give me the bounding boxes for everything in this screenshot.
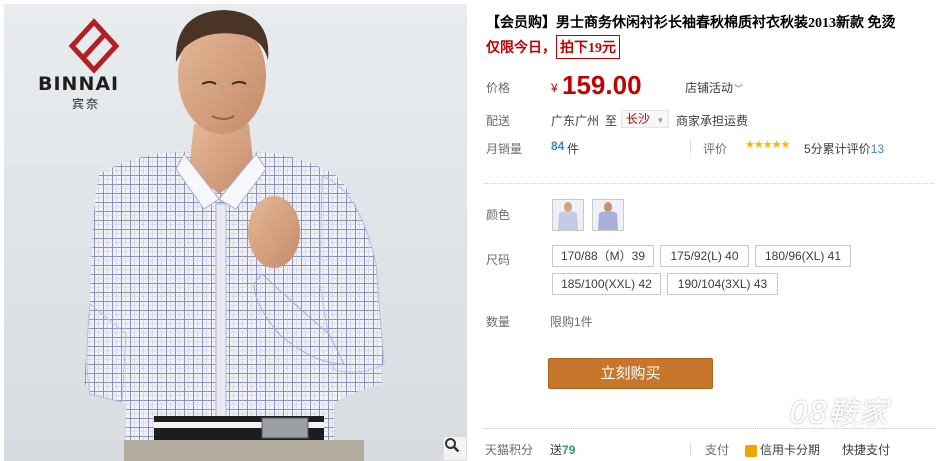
- sales-label: 月销量: [486, 142, 523, 156]
- points-prefix: 送: [550, 443, 563, 457]
- delivery-to-word: 至: [605, 114, 618, 128]
- pay-credit-label: 信用卡分期: [760, 443, 821, 457]
- pay-quick-label: 快捷支付: [842, 443, 891, 457]
- size-option[interactable]: 185/100(XXL) 42: [552, 273, 661, 295]
- price-value: 159.00: [562, 70, 642, 100]
- rating-label: 评价: [703, 142, 728, 156]
- watermark-text: 08鞍家: [789, 396, 888, 431]
- color-swatch-2[interactable]: [592, 199, 624, 231]
- brand-logo-icon: [68, 18, 120, 74]
- bottom-divider: [484, 428, 936, 429]
- shirt-thumbnail-icon: [593, 200, 623, 230]
- size-option[interactable]: 180/96(XL) 41: [755, 245, 851, 267]
- magnifier-icon: [445, 438, 460, 453]
- sales-count: 84: [551, 139, 565, 153]
- points-value: 送79: [550, 441, 575, 458]
- brand-name: BINNAI: [38, 73, 120, 95]
- currency-symbol: ¥: [551, 81, 558, 95]
- size-option[interactable]: 175/92(L) 40: [660, 245, 749, 267]
- product-image[interactable]: BINNAI 宾奈: [4, 4, 467, 461]
- divider: [690, 140, 691, 154]
- rating-summary[interactable]: 5分累计评价13: [804, 140, 884, 157]
- pay-label: 支付: [705, 443, 730, 457]
- divider: [690, 442, 691, 456]
- size-option[interactable]: 170/88（M）39: [552, 245, 654, 267]
- sales-unit: 件: [567, 142, 580, 156]
- points-label: 天猫积分: [485, 443, 534, 457]
- points-number: 79: [562, 443, 576, 457]
- delivery-label: 配送: [486, 114, 511, 128]
- rating-text: 5分累计评价: [804, 142, 871, 156]
- pay-credit-installment[interactable]: 信用卡分期: [745, 441, 820, 458]
- product-title: 【会员购】男士商务休闲衬衫长袖春秋棉质衬衣秋装2013新款 免烫: [486, 16, 896, 31]
- store-activity-dropdown[interactable]: 店铺活动﹀: [685, 79, 743, 96]
- pay-quick[interactable]: 快捷支付: [842, 441, 890, 458]
- promo-text: 仅限今日， 拍下19元: [486, 35, 620, 59]
- site-watermark: 08鞍家: [740, 388, 888, 433]
- chevron-down-icon: ﹀: [734, 84, 744, 94]
- zoom-button[interactable]: [443, 436, 467, 461]
- color-swatch-1[interactable]: [552, 199, 584, 231]
- store-activity-label: 店铺活动: [685, 81, 734, 95]
- credit-card-icon: [745, 444, 757, 457]
- quantity-limit: 限购1件: [550, 315, 593, 329]
- shipping-text: 商家承担运费: [676, 114, 749, 128]
- brand-name-cn: 宾奈: [72, 97, 101, 111]
- rating-stars: ★★★★★: [745, 139, 790, 151]
- city-select[interactable]: 长沙 ▼: [621, 110, 670, 128]
- rating-count[interactable]: 13: [871, 142, 884, 156]
- buy-now-button[interactable]: 立刻购买: [548, 358, 713, 389]
- city-value: 长沙: [626, 112, 651, 126]
- section-divider: [484, 183, 934, 184]
- size-option[interactable]: 190/104(3XL) 43: [667, 273, 778, 295]
- shirt-thumbnail-icon: [553, 200, 583, 230]
- promo-prefix: 仅限今日，: [486, 41, 556, 56]
- promo-price: 拍下19元: [556, 35, 620, 59]
- dropdown-arrow-icon: ▼: [656, 116, 665, 125]
- quantity-label: 数量: [486, 315, 511, 329]
- delivery-from: 广东广州: [551, 114, 600, 128]
- color-label: 颜色: [486, 208, 511, 222]
- price-label: 价格: [486, 81, 511, 95]
- size-label: 尺码: [486, 253, 511, 267]
